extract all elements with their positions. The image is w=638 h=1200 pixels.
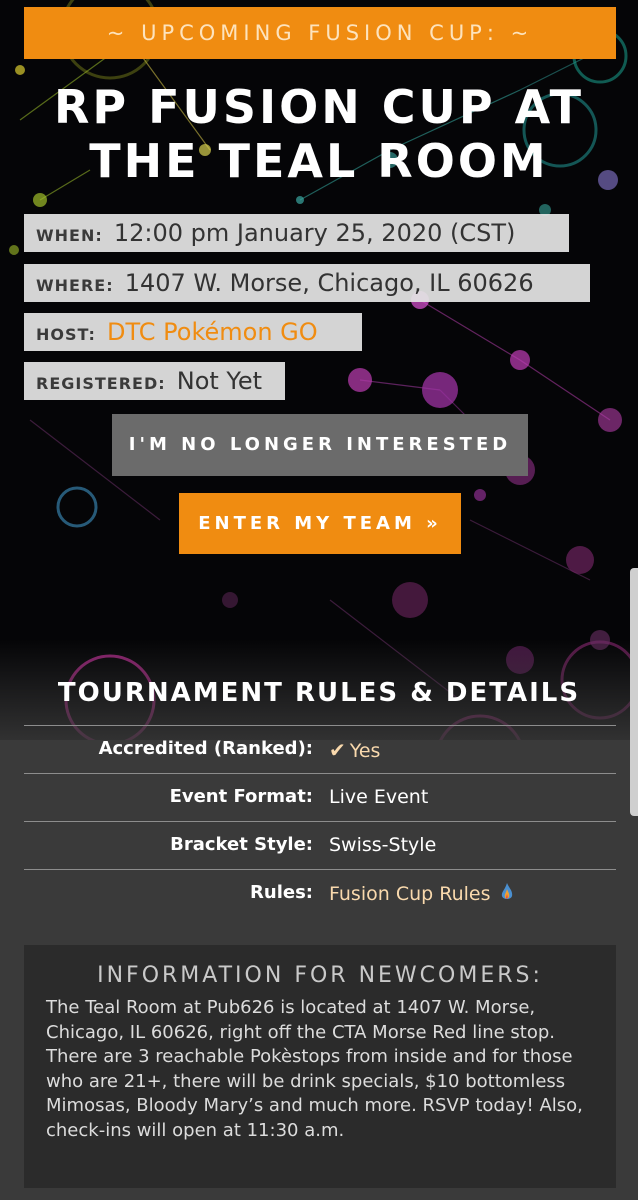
rule-key: Rules: [250, 882, 313, 903]
rule-value: ✔ Yes [329, 738, 380, 762]
check-icon: ✔ [329, 738, 346, 762]
rule-row-accredited: Accredited (Ranked): ✔ Yes [24, 725, 616, 773]
rule-value: Swiss-Style [329, 834, 437, 856]
rule-key: Bracket Style: [170, 834, 313, 855]
when-row: WHEN: 12:00 pm January 25, 2020 (CST) [24, 214, 569, 252]
host-label: HOST: [36, 325, 96, 344]
rules-table: Accredited (Ranked): ✔ Yes Event Format: … [24, 725, 616, 917]
rule-row-rules: Rules: Fusion Cup Rules [24, 869, 616, 917]
rule-key: Accredited (Ranked): [98, 738, 313, 759]
registered-row: REGISTERED: Not Yet [24, 362, 285, 400]
rules-heading: TOURNAMENT RULES & DETAILS [57, 678, 581, 708]
host-row: HOST: DTC Pokémon GO [24, 313, 362, 351]
when-value: 12:00 pm January 25, 2020 (CST) [113, 219, 516, 247]
rule-row-format: Event Format: Live Event [24, 773, 616, 821]
not-interested-button[interactable]: I'M NO LONGER INTERESTED [112, 414, 528, 476]
rule-value: Live Event [329, 786, 429, 808]
rule-key: Event Format: [169, 786, 313, 807]
when-label: WHEN: [36, 226, 103, 245]
upcoming-banner: ~ UPCOMING FUSION CUP: ~ [24, 7, 616, 59]
enter-team-button[interactable]: ENTER MY TEAM » [179, 493, 461, 554]
scrollbar-thumb[interactable] [630, 568, 638, 816]
registered-label: REGISTERED: [36, 374, 166, 393]
host-link[interactable]: DTC Pokémon GO [107, 318, 318, 346]
where-label: WHERE: [36, 276, 114, 295]
flame-icon [500, 882, 514, 907]
accredited-value: Yes [349, 740, 381, 762]
where-value: 1407 W. Morse, Chicago, IL 60626 [124, 269, 534, 297]
registered-value: Not Yet [176, 367, 263, 395]
event-title: RP FUSION CUP AT THE TEAL ROOM [20, 80, 618, 188]
rule-row-bracket: Bracket Style: Swiss-Style [24, 821, 616, 869]
event-title-line2: THE TEAL ROOM [89, 134, 549, 188]
rules-link[interactable]: Fusion Cup Rules [329, 883, 490, 905]
rule-value: Fusion Cup Rules [329, 882, 514, 907]
newcomers-heading: INFORMATION FOR NEWCOMERS: [97, 963, 543, 988]
newcomers-text: The Teal Room at Pub626 is located at 14… [46, 997, 583, 1141]
where-row: WHERE: 1407 W. Morse, Chicago, IL 60626 [24, 264, 590, 302]
event-title-line1: RP FUSION CUP AT [53, 80, 585, 134]
newcomers-panel: INFORMATION FOR NEWCOMERS: The Teal Room… [24, 945, 616, 1188]
